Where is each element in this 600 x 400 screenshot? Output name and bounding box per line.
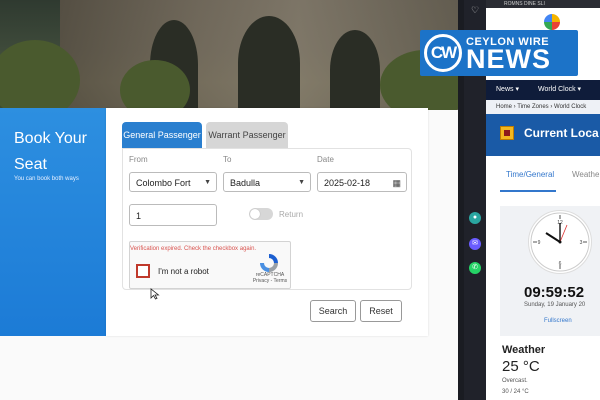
ceylon-wire-news-logo[interactable]: CW CEYLON WIRE NEWS [420, 30, 578, 76]
clock-tabs: Time/General Weathe [486, 158, 600, 198]
weather-range: 30 / 24 °C [502, 389, 529, 395]
recaptcha-brand: reCAPTCHA Privacy - Terms [252, 272, 288, 284]
date-input[interactable]: 2025-02-18 ▦ [317, 172, 407, 192]
booking-form: General Passenger Warrant Passenger From… [106, 108, 428, 336]
return-label: Return [279, 210, 304, 219]
browser-bookmarks-bar: ROMNS DINE SLI [486, 0, 600, 8]
tab-weather[interactable]: Weathe [572, 170, 599, 179]
recaptcha-icon [260, 254, 278, 272]
from-select-value: Colombo Fort [136, 178, 191, 188]
booking-page: Book Your Seat You can book both ways Ge… [0, 0, 458, 400]
digital-clock-time: 09:59:52 [524, 284, 585, 301]
calendar-icon: ▦ [392, 178, 401, 188]
clock-panel: 12369 09:59:52 Sunday, 19 January 20 Ful… [500, 206, 600, 336]
recaptcha-widget: Verification expired. Check the checkbox… [129, 241, 291, 289]
svg-text:3: 3 [580, 240, 583, 246]
messenger-icon[interactable]: ✉ [469, 238, 481, 250]
clock-date: Sunday, 19 January 20 [524, 302, 586, 308]
from-label: From [129, 155, 148, 164]
news-nav-menu: News ▾ World Clock ▾ [486, 80, 600, 100]
weather-description: Overcast. [502, 378, 528, 384]
sri-lanka-flag-icon [500, 126, 514, 140]
return-toggle[interactable] [249, 208, 273, 220]
recaptcha-links[interactable]: Privacy - Terms [253, 278, 287, 284]
booking-title-line1: Book Your [14, 130, 87, 147]
booking-subtitle: You can book both ways [14, 176, 79, 182]
logo-main-text: NEWS [466, 44, 551, 74]
hero-image-bridge [0, 0, 458, 110]
toggle-knob [250, 209, 260, 219]
to-label: To [223, 155, 232, 164]
to-select[interactable]: Badulla ▼ [223, 172, 311, 192]
menu-item-world-clock[interactable]: World Clock ▾ [538, 80, 581, 100]
active-tab-underline [500, 190, 556, 192]
passenger-count-input[interactable]: 1 [129, 204, 217, 226]
sunburst-logo-icon [544, 14, 560, 30]
page-title: Current Loca [524, 126, 599, 140]
to-select-value: Badulla [230, 178, 261, 188]
tab-warrant-passenger[interactable]: Warrant Passenger [206, 122, 288, 148]
captcha-checkbox[interactable] [136, 264, 150, 278]
captcha-label: I'm not a robot [158, 267, 209, 276]
booking-hero-panel: Book Your Seat You can book both ways [0, 108, 106, 336]
page-header: Current Loca [486, 114, 600, 156]
analog-clock-icon: 12369 [528, 210, 592, 274]
breadcrumb: Home › Time Zones › World Clock [486, 100, 600, 114]
fullscreen-link[interactable]: Fullscreen [544, 318, 572, 324]
svg-text:6: 6 [559, 261, 562, 267]
passenger-count-value: 1 [136, 211, 142, 221]
chevron-down-icon: ▼ [204, 179, 211, 186]
bookmarks-text[interactable]: ROMNS DINE SLI [504, 0, 545, 8]
tab-time-general[interactable]: Time/General [506, 170, 554, 179]
date-input-value: 2025-02-18 [324, 178, 371, 188]
svg-text:9: 9 [538, 240, 541, 246]
breadcrumb-text[interactable]: Home › Time Zones › World Clock [486, 104, 586, 110]
sidebar-app-icon[interactable]: ● [469, 212, 481, 224]
reset-button[interactable]: Reset [360, 300, 402, 322]
weather-heading: Weather [502, 344, 546, 356]
menu-item-news[interactable]: News ▾ [496, 80, 519, 100]
chevron-down-icon: ▼ [298, 179, 305, 186]
booking-title-line2: Seat [14, 156, 47, 173]
whatsapp-icon[interactable]: ✆ [469, 262, 481, 274]
from-select[interactable]: Colombo Fort ▼ [129, 172, 217, 192]
weather-panel: Weather 25 °C Overcast. 30 / 24 °C [486, 338, 600, 400]
booking-form-body: From To Date Colombo Fort ▼ Badulla ▼ 20… [122, 148, 412, 290]
search-button[interactable]: Search [310, 300, 356, 322]
heart-icon[interactable]: ♡ [469, 4, 481, 16]
mouse-cursor-icon [150, 288, 160, 300]
cw-logo-mark: CW [424, 34, 462, 72]
weather-temperature: 25 °C [502, 358, 540, 375]
date-label: Date [317, 155, 334, 164]
tab-general-passenger[interactable]: General Passenger [122, 122, 202, 148]
